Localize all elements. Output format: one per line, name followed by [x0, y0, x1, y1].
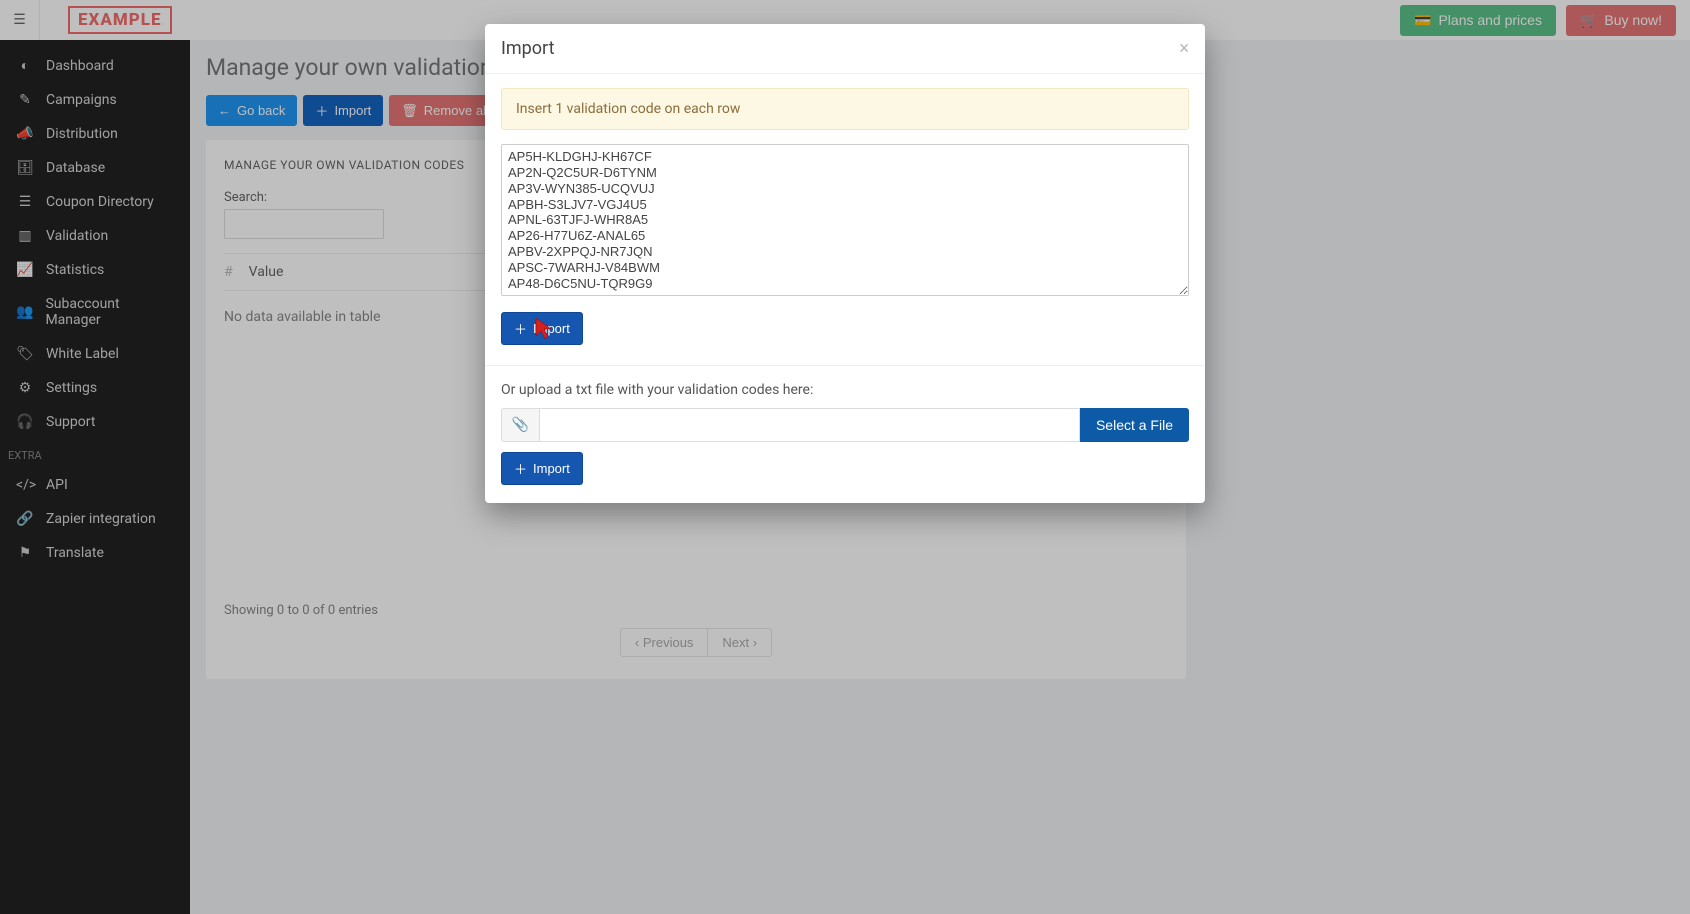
alert: Insert 1 validation code on each row	[501, 88, 1189, 130]
close-icon: ×	[1179, 38, 1189, 59]
upload-label: Or upload a txt file with your validatio…	[501, 382, 1189, 398]
file-icon-box: 📎	[501, 408, 539, 442]
import-codes-label: Import	[533, 321, 570, 336]
import-file-label: Import	[533, 461, 570, 476]
codes-textarea[interactable]	[501, 144, 1189, 296]
plus-icon: ＋	[514, 319, 527, 338]
select-file-button[interactable]: Select a File	[1080, 408, 1189, 442]
modal-body: Insert 1 validation code on each row ＋ I…	[485, 74, 1205, 503]
file-path-input[interactable]	[539, 408, 1080, 442]
file-row: 📎 Select a File	[501, 408, 1189, 442]
import-file-button[interactable]: ＋ Import	[501, 452, 583, 485]
divider	[485, 365, 1205, 366]
import-modal: Import × Insert 1 validation code on eac…	[485, 24, 1205, 503]
paperclip-icon: 📎	[512, 417, 529, 433]
modal-header: Import ×	[485, 24, 1205, 74]
modal-title: Import	[501, 38, 554, 59]
plus-icon: ＋	[514, 459, 527, 478]
close-button[interactable]: ×	[1179, 38, 1189, 59]
import-codes-button[interactable]: ＋ Import	[501, 312, 583, 345]
